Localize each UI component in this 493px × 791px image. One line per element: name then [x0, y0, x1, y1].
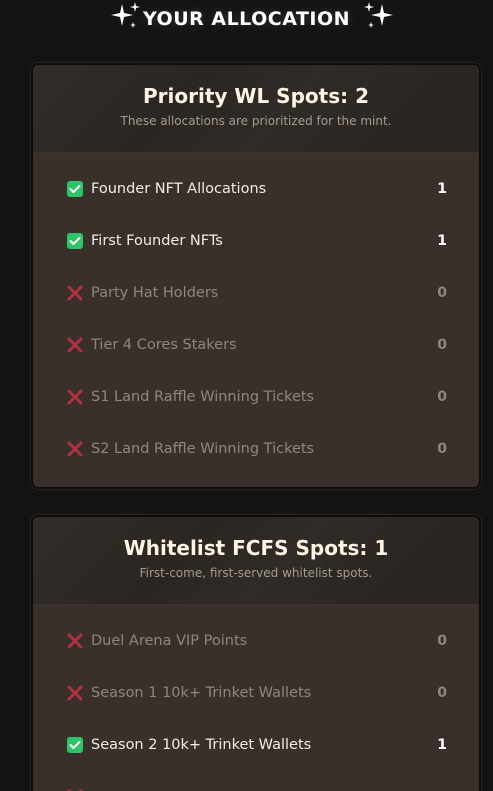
item-label: First Founder NFTs	[91, 233, 223, 249]
whitelist-fcfs-title: Whitelist FCFS Spots: 1	[123, 536, 389, 560]
list-item: Season 2 10k+ Trinket Wallets 1	[33, 719, 479, 771]
whitelist-fcfs-card: Whitelist FCFS Spots: 1 First-come, firs…	[31, 515, 481, 791]
item-value: 0	[437, 337, 447, 353]
allocation-page: YOUR ALLOCATION Priority WL Spots: 2 The…	[0, 0, 493, 791]
list-item: Season 1 10k+ Trinket Wallets 0	[33, 667, 479, 719]
item-label: Tier 4 Cores Stakers	[91, 337, 237, 353]
item-value: 1	[437, 233, 447, 249]
priority-wl-title: Priority WL Spots: 2	[143, 84, 369, 108]
item-label: Season 2 10k+ Trinket Wallets	[91, 737, 312, 753]
priority-wl-card: Priority WL Spots: 2 These allocations a…	[31, 63, 481, 489]
item-label: Party Hat Holders	[91, 285, 219, 301]
item-label: Season 1 10k+ Trinket Wallets	[91, 685, 312, 701]
item-value: 0	[437, 389, 447, 405]
check-icon	[67, 233, 83, 249]
allocation-header: YOUR ALLOCATION	[0, 0, 493, 38]
item-value: 1	[437, 737, 447, 753]
list-item: Party Hat Holders 0	[33, 267, 479, 319]
check-icon	[67, 181, 83, 197]
page-title: YOUR ALLOCATION	[142, 8, 351, 30]
priority-wl-list: Founder NFT Allocations 1 First Founder …	[33, 153, 479, 475]
cross-icon	[67, 633, 83, 649]
cross-icon	[67, 285, 83, 301]
cross-icon	[67, 441, 83, 457]
list-item: S1 Land Raffle Winning Tickets 0	[33, 371, 479, 423]
list-item: S2 Land Raffle Winning Tickets 0	[33, 423, 479, 475]
priority-wl-header: Priority WL Spots: 2 These allocations a…	[33, 65, 479, 153]
list-item: First Founder NFTs 1	[33, 215, 479, 267]
item-label: S2 Land Raffle Winning Tickets	[91, 441, 315, 457]
whitelist-fcfs-subtitle: First-come, first-served whitelist spots…	[139, 566, 373, 580]
list-item: Duel Arena VIP Points 0	[33, 615, 479, 667]
item-value: 0	[437, 285, 447, 301]
item-value: 0	[437, 441, 447, 457]
item-label: Founder NFT Allocations	[91, 181, 267, 197]
item-value: 0	[437, 685, 447, 701]
cross-icon	[67, 685, 83, 701]
item-label: Duel Arena VIP Points	[91, 633, 248, 649]
check-icon	[67, 737, 83, 753]
item-value: 1	[437, 181, 447, 197]
priority-wl-subtitle: These allocations are prioritized for th…	[120, 114, 392, 128]
list-item: Tier 4 Cores Stakers 0	[33, 319, 479, 371]
list-item	[33, 771, 479, 791]
cross-icon	[67, 389, 83, 405]
cross-icon	[67, 337, 83, 353]
item-value: 0	[437, 633, 447, 649]
item-label: S1 Land Raffle Winning Tickets	[91, 389, 315, 405]
whitelist-fcfs-list: Duel Arena VIP Points 0 Season 1 10k+ Tr…	[33, 605, 479, 791]
sparkle-icon	[364, 2, 393, 28]
whitelist-fcfs-header: Whitelist FCFS Spots: 1 First-come, firs…	[33, 517, 479, 605]
sparkle-icon	[111, 2, 140, 28]
list-item: Founder NFT Allocations 1	[33, 163, 479, 215]
